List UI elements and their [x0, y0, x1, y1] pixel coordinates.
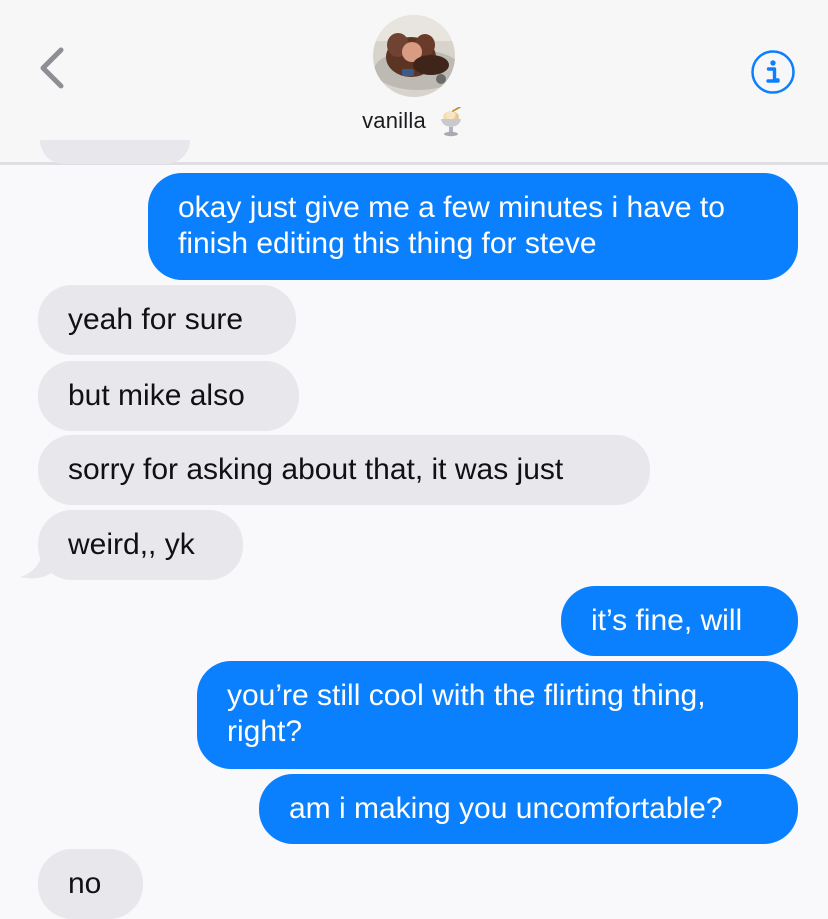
- message-bubble-incoming[interactable]: but mike also: [38, 361, 299, 431]
- avatar[interactable]: [373, 15, 455, 97]
- info-icon: [751, 50, 795, 94]
- message-bubble-outgoing[interactable]: am i making you uncomfortable?: [259, 774, 798, 844]
- conversation-header: vanilla: [0, 0, 828, 162]
- info-button[interactable]: [750, 49, 796, 95]
- bubble-tail: [20, 548, 52, 579]
- message-bubble-outgoing[interactable]: you’re still cool with the flirting thin…: [197, 661, 798, 769]
- message-bubble-incoming[interactable]: sorry for asking about that, it was just: [38, 435, 650, 505]
- message-bubble-outgoing[interactable]: okay just give me a few minutes i have t…: [148, 173, 798, 280]
- avatar-photo: [373, 15, 455, 97]
- partial-message-bubble: [40, 140, 190, 164]
- message-bubble-incoming[interactable]: weird,, yk: [38, 510, 243, 580]
- contact-title-row[interactable]: vanilla: [0, 104, 828, 138]
- message-bubble-incoming[interactable]: no: [38, 849, 143, 919]
- message-bubble-incoming[interactable]: yeah for sure: [38, 285, 296, 355]
- message-bubble-outgoing[interactable]: it’s fine, will: [561, 586, 798, 656]
- back-button[interactable]: [30, 40, 80, 96]
- contact-name: vanilla: [362, 108, 426, 133]
- ice-cream-sundae-icon: [436, 106, 466, 137]
- chevron-left-icon: [40, 47, 64, 89]
